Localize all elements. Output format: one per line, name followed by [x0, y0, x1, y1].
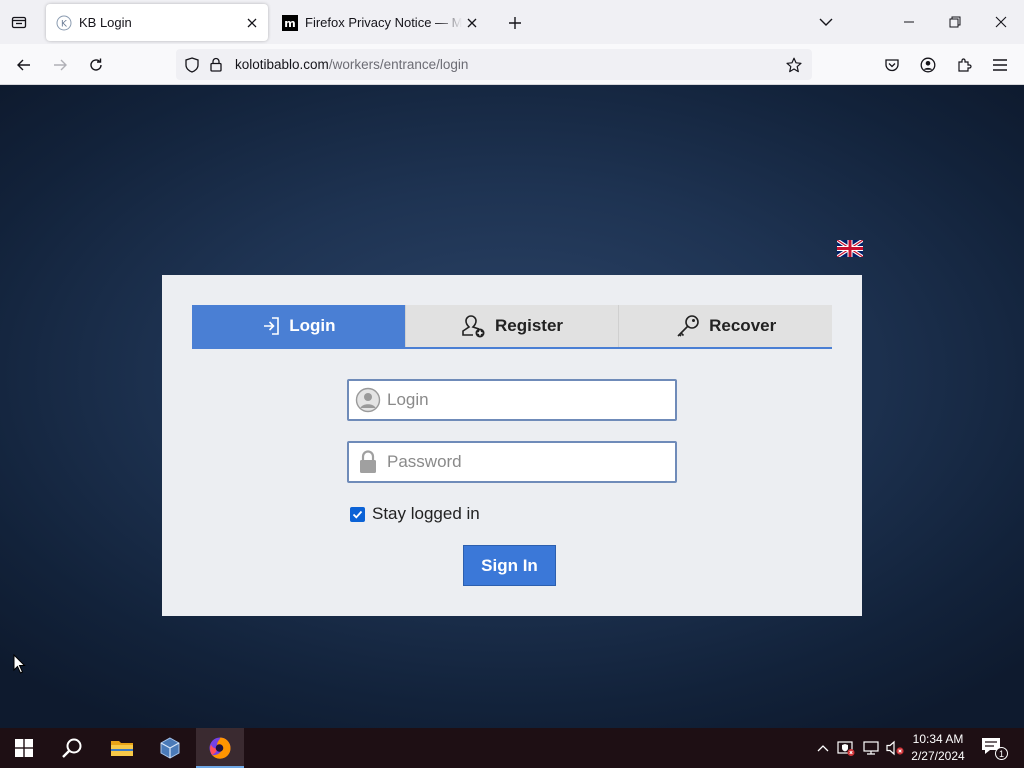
restore-icon — [949, 16, 961, 28]
close-tab-icon[interactable] — [462, 13, 482, 33]
url-text[interactable]: kolotibablo.com/workers/entrance/login — [235, 57, 468, 72]
hamburger-menu-icon — [993, 59, 1007, 71]
tracking-protection-shield-icon[interactable] — [181, 54, 203, 76]
minimize-icon — [904, 21, 914, 23]
mouse-cursor-icon — [13, 654, 26, 674]
reload-button[interactable] — [83, 52, 109, 78]
cube-icon — [160, 737, 180, 759]
action-center-button[interactable]: 1 — [980, 736, 1008, 760]
account-button[interactable] — [915, 52, 941, 78]
login-input[interactable] — [387, 390, 667, 410]
lock-icon[interactable] — [205, 54, 227, 76]
tab-register-label: Register — [494, 316, 564, 335]
uk-flag-language-icon[interactable] — [837, 240, 863, 257]
extensions-button[interactable] — [951, 52, 977, 78]
chevron-up-icon — [817, 745, 829, 752]
arrow-right-icon — [54, 59, 67, 71]
tab-login-label: Login — [289, 316, 336, 335]
bookmark-star-button[interactable] — [782, 53, 806, 77]
stay-logged-in-label: Stay logged in — [372, 504, 480, 523]
tab-kb-login[interactable]: K KB Login — [46, 4, 268, 41]
tab-recover[interactable]: Recover — [619, 305, 833, 347]
firefox-logo-icon — [209, 737, 231, 759]
tab-firefox-privacy[interactable]: m Firefox Privacy Notice — Mozilla — [272, 4, 488, 41]
svg-text:m: m — [284, 17, 295, 30]
user-avatar-icon — [355, 387, 381, 413]
file-explorer-button[interactable] — [98, 728, 146, 768]
firefox-view-button[interactable] — [8, 11, 30, 33]
add-user-icon — [461, 313, 487, 339]
restore-button[interactable] — [941, 8, 969, 36]
defender-warning-icon — [837, 741, 855, 756]
back-button[interactable] — [11, 52, 37, 78]
windows-taskbar: 10:34 AM 2/27/2024 1 — [0, 728, 1024, 768]
system-clock[interactable]: 10:34 AM 2/27/2024 — [906, 731, 970, 765]
login-field[interactable] — [347, 379, 677, 421]
folder-icon — [111, 741, 133, 756]
tab-title: Firefox Privacy Notice — Mozilla — [305, 15, 462, 30]
checkmark-icon — [352, 510, 363, 519]
auth-tabs: Login Register Recover — [192, 305, 833, 349]
virtualbox-button[interactable] — [146, 728, 194, 768]
browser-tab-strip: K KB Login m Firefox Privacy Notice — Mo… — [0, 0, 1024, 44]
chevron-down-icon — [819, 18, 833, 26]
tab-title: KB Login — [79, 15, 132, 30]
search-button[interactable] — [48, 728, 96, 768]
close-window-button[interactable] — [987, 8, 1015, 36]
mozilla-favicon-icon: m — [282, 14, 298, 31]
account-icon — [920, 57, 936, 73]
login-arrow-icon — [261, 316, 281, 336]
network-icon — [863, 741, 879, 755]
kb-favicon-icon: K — [56, 15, 72, 31]
url-domain: kolotibablo.com — [235, 57, 329, 72]
windows-logo-icon — [15, 739, 33, 757]
arrow-left-icon — [17, 59, 30, 71]
firefox-view-icon — [11, 16, 27, 29]
firefox-taskbar-button[interactable] — [196, 728, 244, 768]
start-button[interactable] — [0, 728, 48, 768]
navigation-toolbar: kolotibablo.com/workers/entrance/login — [0, 44, 1024, 85]
close-icon — [995, 16, 1007, 28]
app-menu-button[interactable] — [987, 52, 1013, 78]
plus-icon — [509, 17, 521, 29]
sign-in-button[interactable]: Sign In — [463, 545, 556, 586]
show-hidden-icons-button[interactable] — [813, 738, 833, 758]
volume-tray-button[interactable] — [885, 738, 905, 758]
key-icon — [675, 313, 701, 339]
puzzle-piece-icon — [958, 58, 972, 72]
login-panel: Login Register Recover Login Stay logged… — [162, 275, 862, 616]
url-bar[interactable]: kolotibablo.com/workers/entrance/login — [176, 49, 812, 80]
padlock-icon — [355, 449, 381, 475]
stay-logged-in-row[interactable]: Stay logged in — [350, 504, 480, 524]
minimize-button[interactable] — [895, 8, 923, 36]
speaker-muted-icon — [886, 740, 904, 756]
web-page-content: Login Register Recover Login Stay logged… — [0, 85, 1024, 728]
pocket-button[interactable] — [879, 52, 905, 78]
url-path: /workers/entrance/login — [328, 57, 469, 72]
tab-login[interactable]: Login — [192, 305, 406, 347]
network-tray-button[interactable] — [861, 738, 881, 758]
star-icon — [786, 57, 802, 73]
security-tray-button[interactable] — [836, 738, 856, 758]
password-field[interactable] — [347, 441, 677, 483]
tab-register[interactable]: Register — [405, 305, 620, 347]
pocket-icon — [885, 59, 899, 72]
password-input[interactable] — [387, 452, 667, 472]
clock-time: 10:34 AM — [912, 732, 964, 746]
new-tab-button[interactable] — [504, 12, 526, 34]
clock-date: 2/27/2024 — [911, 749, 965, 763]
reload-icon — [90, 58, 102, 71]
search-icon — [62, 738, 82, 758]
stay-logged-in-checkbox[interactable] — [350, 506, 365, 522]
list-all-tabs-button[interactable] — [816, 12, 836, 32]
forward-button[interactable] — [47, 52, 73, 78]
close-tab-icon[interactable] — [242, 13, 262, 33]
tab-recover-label: Recover — [709, 316, 777, 335]
notification-count-badge: 1 — [995, 747, 1008, 760]
